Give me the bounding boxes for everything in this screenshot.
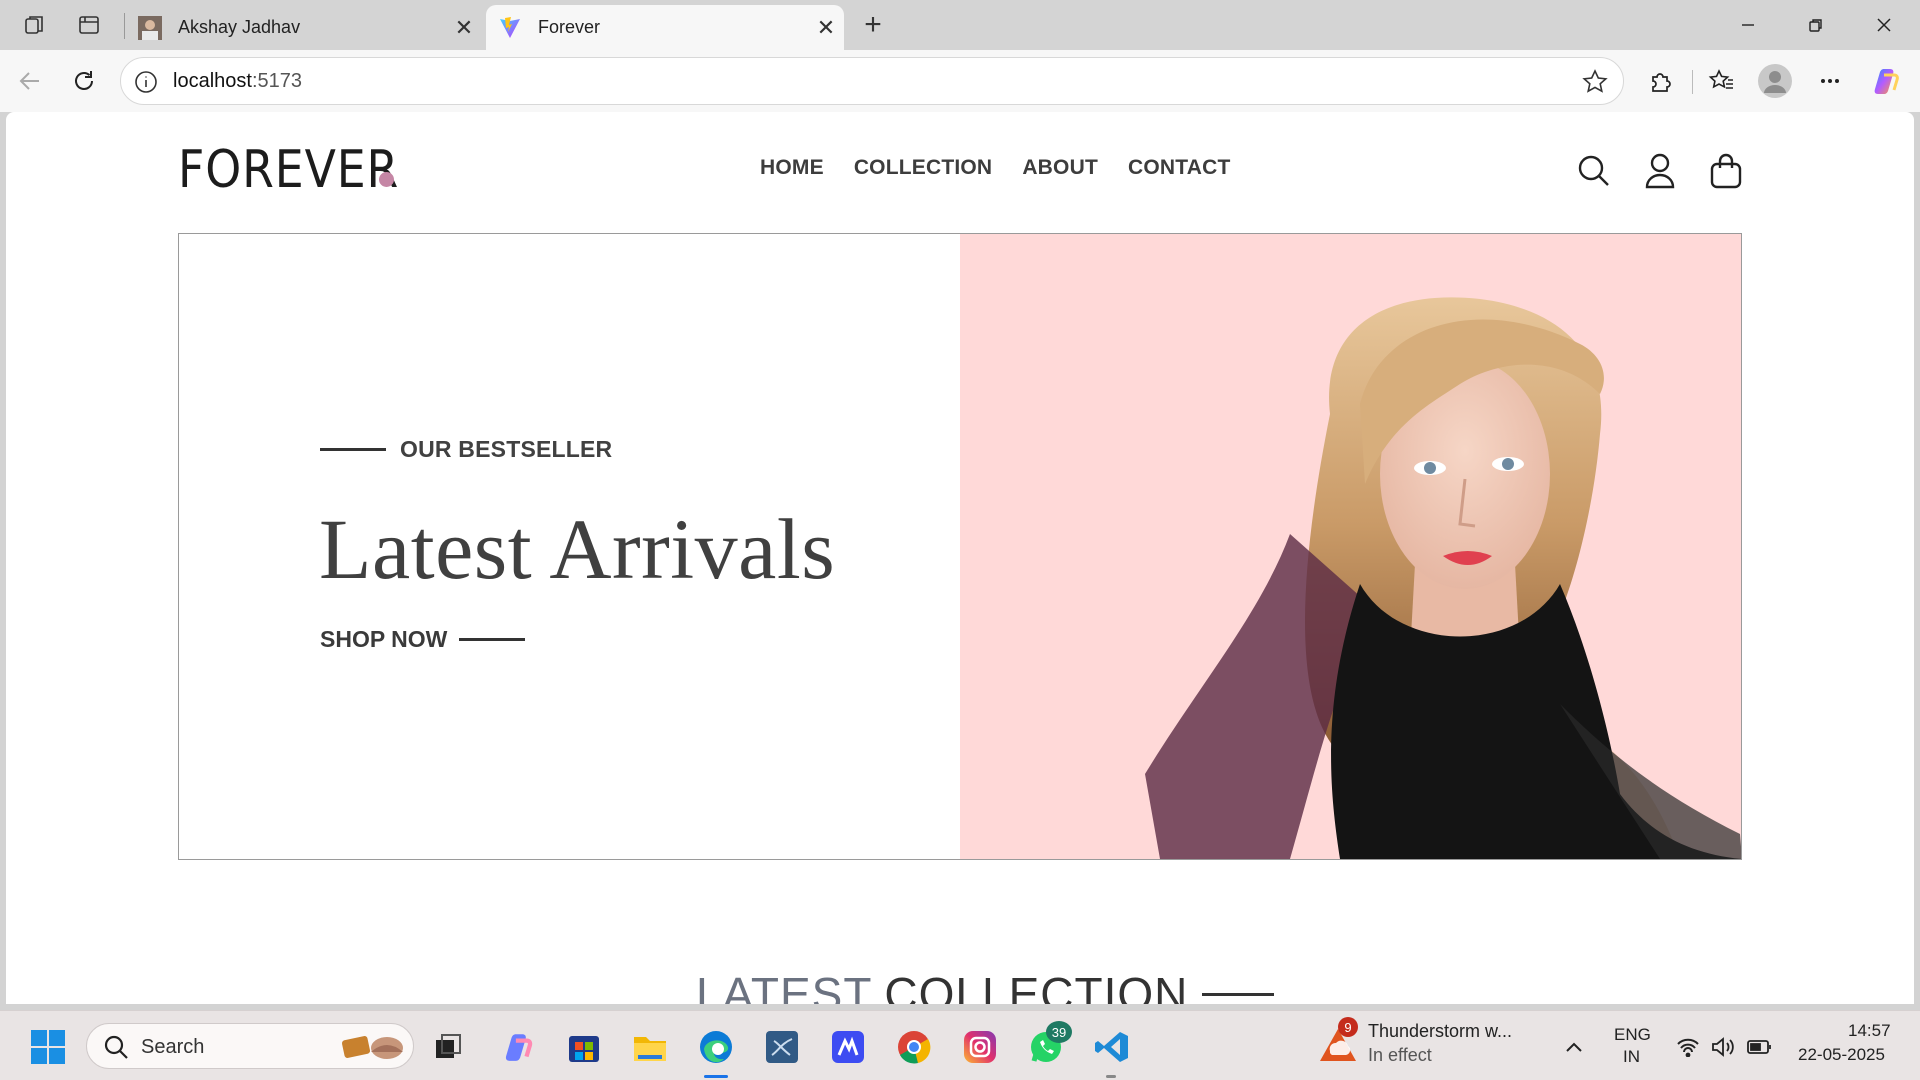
edge-active-indicator (704, 1075, 728, 1078)
hero-text-panel: OUR BESTSELLER Latest Arrivals SHOP NOW (179, 234, 960, 859)
weather-subtitle: In effect (1368, 1045, 1432, 1065)
task-view-icon[interactable] (426, 1025, 470, 1069)
model-portrait-image (1145, 297, 1741, 859)
tab-title: Forever (538, 17, 601, 37)
nav-contact[interactable]: CONTACT (1128, 156, 1231, 180)
eyebrow-line (320, 448, 386, 451)
restore-button[interactable] (1782, 0, 1850, 50)
close-window-button[interactable] (1850, 0, 1918, 50)
main-nav: HOME COLLECTION ABOUT CONTACT (760, 156, 1230, 180)
whatsapp-unread-badge: 39 (1046, 1021, 1072, 1043)
new-tab-button[interactable]: + (856, 8, 890, 42)
search-highlight-icon (341, 1036, 403, 1059)
hero-headline: Latest Arrivals (319, 501, 836, 597)
latest-collection-title: LATEST COLLECTION (696, 967, 1275, 1004)
section-title-light: LATEST (696, 968, 873, 1004)
search-icon (104, 1035, 128, 1059)
close-tab-icon[interactable]: ✕ (446, 10, 482, 46)
weather-alert-badge: 9 (1338, 1017, 1358, 1037)
refresh-icon[interactable] (64, 61, 104, 101)
copilot-app-icon[interactable] (496, 1025, 540, 1069)
windows-taskbar: Search 39 9 Thunderstorm w... In effect (0, 1010, 1920, 1080)
chrome-icon[interactable] (892, 1025, 936, 1069)
page-viewport: FOREVER HOME COLLECTION ABOUT CONTACT OU… (6, 112, 1914, 1004)
toolbar-separator (1692, 70, 1693, 94)
tab-akshay-jadhav[interactable]: Akshay Jadhav ✕ (126, 5, 482, 50)
favorites-icon[interactable] (1702, 61, 1742, 101)
profile-favicon-icon (138, 15, 162, 40)
back-arrow-icon[interactable] (10, 61, 50, 101)
cart-icon[interactable] (1706, 150, 1746, 192)
mysql-workbench-icon[interactable] (760, 1025, 804, 1069)
tab-forever[interactable]: Forever ✕ (486, 5, 844, 50)
logo-dot (379, 172, 394, 187)
section-title-line (1202, 992, 1275, 996)
language-region: IN (1623, 1047, 1640, 1066)
hero-image (960, 234, 1741, 859)
tab-title: Akshay Jadhav (178, 17, 301, 37)
instagram-icon[interactable] (958, 1025, 1002, 1069)
clock-time[interactable]: 14:57 (1848, 1021, 1891, 1041)
section-title-bold: COLLECTION (884, 968, 1189, 1004)
profile-avatar[interactable] (1755, 61, 1795, 101)
shop-now-button[interactable]: SHOP NOW (320, 626, 526, 653)
eyebrow-text: OUR BESTSELLER (400, 436, 613, 462)
microsoft-store-icon[interactable] (562, 1025, 606, 1069)
hero-eyebrow: OUR BESTSELLER (320, 436, 612, 463)
battery-icon[interactable] (1738, 1025, 1782, 1069)
more-menu-icon[interactable] (1810, 61, 1850, 101)
workspaces-icon[interactable] (20, 10, 50, 40)
weather-title[interactable]: Thunderstorm w... (1368, 1021, 1512, 1042)
shop-now-label: SHOP NOW (320, 626, 448, 652)
tab-separator (124, 13, 125, 39)
hero-banner: OUR BESTSELLER Latest Arrivals SHOP NOW (178, 233, 1742, 860)
file-explorer-icon[interactable] (628, 1025, 672, 1069)
vite-favicon-icon (498, 16, 522, 40)
url-text: localhost:5173 (173, 70, 302, 92)
close-tab-icon[interactable]: ✕ (808, 10, 844, 46)
language-code[interactable]: ENG (1614, 1025, 1651, 1045)
start-button[interactable] (26, 1025, 70, 1069)
vscode-open-indicator (1106, 1075, 1116, 1078)
address-bar[interactable]: localhost:5173 (120, 57, 1624, 105)
profile-icon[interactable] (1640, 150, 1680, 192)
edge-browser-icon[interactable] (694, 1025, 738, 1069)
favorite-star-icon[interactable] (1581, 68, 1609, 96)
site-info-icon[interactable] (133, 69, 159, 95)
vscode-icon[interactable] (1090, 1025, 1134, 1069)
minimize-button[interactable] (1714, 0, 1782, 50)
nav-about[interactable]: ABOUT (1022, 156, 1098, 180)
browser-toolbar: localhost:5173 (0, 50, 1920, 112)
clock-date[interactable]: 22-05-2025 (1798, 1045, 1885, 1065)
extensions-icon[interactable] (1641, 61, 1681, 101)
chevron-up-icon[interactable] (1552, 1025, 1596, 1069)
taskbar-search-label: Search (141, 1036, 205, 1058)
copilot-icon[interactable] (1866, 61, 1906, 101)
taskbar-search-box[interactable]: Search (86, 1023, 414, 1069)
tab-actions-icon[interactable] (74, 10, 104, 40)
mongodb-compass-icon[interactable] (826, 1025, 870, 1069)
cta-line (459, 638, 526, 641)
nav-home[interactable]: HOME (760, 156, 824, 180)
search-icon[interactable] (1574, 150, 1614, 192)
nav-collection[interactable]: COLLECTION (854, 156, 993, 180)
browser-tab-strip: Akshay Jadhav ✕ Forever ✕ + (0, 0, 1920, 50)
site-logo[interactable]: FOREVER (178, 140, 399, 200)
